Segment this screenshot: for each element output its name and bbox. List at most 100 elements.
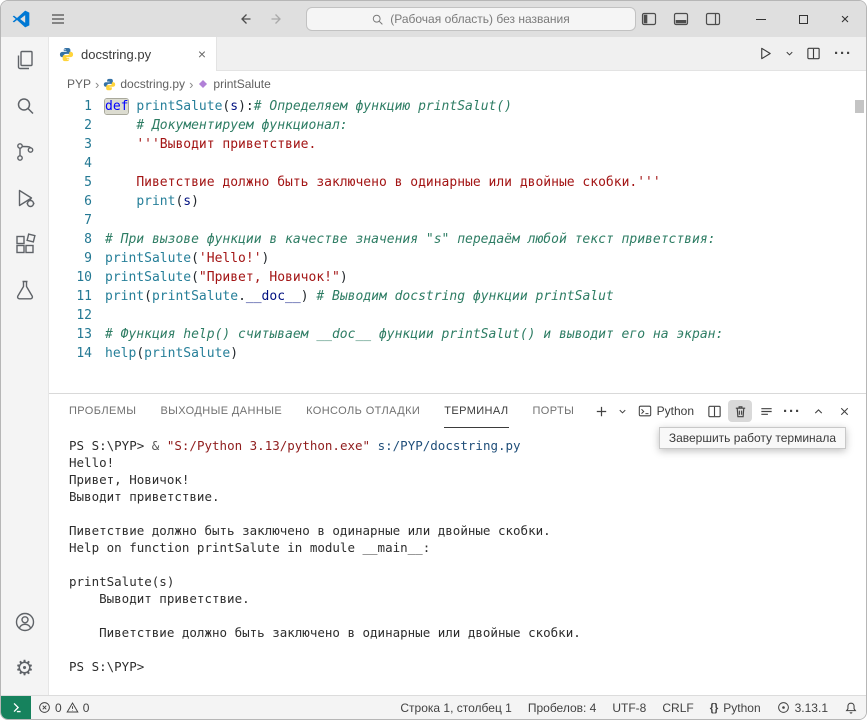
panel-more-actions-icon[interactable]: ···: [780, 400, 804, 422]
minimize-button[interactable]: [740, 1, 782, 37]
terminal-profile-chevron-icon[interactable]: [616, 400, 630, 422]
toggle-sidebar-icon[interactable]: [636, 6, 662, 32]
remote-indicator[interactable]: [1, 696, 31, 719]
panel-tabs: ПРОБЛЕМЫ ВЫХОДНЫЕ ДАННЫЕ КОНСОЛЬ ОТЛАДКИ ТЕ…: [69, 394, 574, 428]
encoding-status[interactable]: UTF-8: [604, 696, 654, 719]
split-terminal-icon[interactable]: [702, 400, 726, 422]
line-number[interactable]: 2: [49, 116, 92, 135]
explorer-icon[interactable]: [2, 37, 48, 83]
testing-icon[interactable]: [2, 267, 48, 313]
line-number[interactable]: 5: [49, 173, 92, 192]
problems-status[interactable]: 0 0: [31, 696, 96, 719]
terminal-tab-python[interactable]: Python: [632, 400, 700, 422]
line-number[interactable]: 4: [49, 154, 92, 173]
scrollbar-thumb[interactable]: [855, 100, 864, 113]
code-line[interactable]: 4: [49, 154, 866, 173]
line-number[interactable]: 13: [49, 325, 92, 344]
code-line[interactable]: 2 # Документируем функционал:: [49, 116, 866, 135]
vscode-window: (Рабочая область) без названия × ⚙ docst…: [0, 0, 867, 720]
run-python-file-icon[interactable]: [752, 41, 778, 67]
code-line[interactable]: 13 # Функция help() считываем __doc__ фун…: [49, 325, 866, 344]
close-button[interactable]: ×: [824, 1, 866, 37]
eol-status[interactable]: CRLF: [654, 696, 701, 719]
back-arrow-icon[interactable]: [232, 6, 258, 32]
editor-tab-bar: docstring.py × ···: [49, 37, 866, 71]
panel-tab-output[interactable]: ВЫХОДНЫЕ ДАННЫЕ: [160, 394, 282, 428]
toggle-panel-icon[interactable]: [668, 6, 694, 32]
line-number[interactable]: 1: [49, 97, 92, 116]
indentation-status[interactable]: Пробелов: 4: [520, 696, 605, 719]
line-number[interactable]: 9: [49, 249, 92, 268]
terminal-views-icon[interactable]: [754, 400, 778, 422]
code-text: Пиветствие должно быть заключено в одина…: [136, 175, 661, 190]
maximize-button[interactable]: [782, 1, 824, 37]
run-dropdown-chevron-icon[interactable]: [782, 41, 796, 67]
line-number[interactable]: 10: [49, 268, 92, 287]
tab-docstring-py[interactable]: docstring.py ×: [49, 37, 217, 71]
account-icon[interactable]: [2, 599, 48, 645]
code-text: printSalute('Hello!'): [105, 251, 270, 266]
line-number[interactable]: 3: [49, 135, 92, 154]
line-number[interactable]: 12: [49, 306, 92, 325]
code-line[interactable]: 1 def printSalute(s):# Определяем функцию…: [49, 97, 866, 116]
line-number[interactable]: 7: [49, 211, 92, 230]
extensions-icon[interactable]: [2, 221, 48, 267]
source-control-icon[interactable]: [2, 129, 48, 175]
warning-count: 0: [82, 700, 90, 715]
code-line[interactable]: 3 '''Выводит приветствие.: [49, 135, 866, 154]
code-line[interactable]: 14 help(printSalute): [49, 344, 866, 363]
code-line[interactable]: 9 printSalute('Hello!'): [49, 249, 866, 268]
panel-tab-problems[interactable]: ПРОБЛЕМЫ: [69, 394, 136, 428]
language-mode-status[interactable]: {} Python: [702, 696, 769, 719]
kill-terminal-trash-icon[interactable]: [728, 400, 752, 422]
command-center[interactable]: (Рабочая область) без названия: [305, 7, 636, 31]
code-line[interactable]: 5 Пиветствие должно быть заключено в оди…: [49, 173, 866, 192]
line-number[interactable]: 14: [49, 344, 92, 363]
panel-tab-ports[interactable]: ПОРТЫ: [533, 394, 575, 428]
settings-gear-icon[interactable]: ⚙: [2, 645, 48, 691]
chevron-right-icon: ›: [189, 76, 194, 92]
toggle-secondary-sidebar-icon[interactable]: [700, 6, 726, 32]
close-panel-icon[interactable]: [832, 400, 856, 422]
tab-close-icon[interactable]: ×: [198, 47, 206, 61]
run-debug-icon[interactable]: [2, 175, 48, 221]
maximize-panel-chevron-icon[interactable]: [806, 400, 830, 422]
search-icon[interactable]: [2, 83, 48, 129]
panel-tab-debug-console[interactable]: КОНСОЛЬ ОТЛАДКИ: [306, 394, 420, 428]
error-icon: [39, 702, 50, 713]
menu-icon[interactable]: [45, 6, 71, 32]
line-number[interactable]: 11: [49, 287, 92, 306]
code-line[interactable]: 11 print(printSalute.__doc__) # Выводим d…: [49, 287, 866, 306]
line-number[interactable]: 8: [49, 230, 92, 249]
code-line[interactable]: 10 printSalute("Привет, Новичок!"): [49, 268, 866, 287]
terminal-output[interactable]: PS S:\PYP> & "S:/Python 3.13/python.exe"…: [49, 428, 866, 695]
new-terminal-icon[interactable]: [590, 400, 614, 422]
code-line[interactable]: 7: [49, 211, 866, 230]
breadcrumb-file[interactable]: docstring.py: [103, 77, 185, 91]
line-number[interactable]: 6: [49, 192, 92, 211]
notifications-bell-icon[interactable]: [836, 696, 866, 719]
breadcrumb: PYP › docstring.py › printSalute: [49, 71, 866, 97]
code-line[interactable]: 6 print(s): [49, 192, 866, 211]
panel-tab-terminal[interactable]: ТЕРМИНАЛ: [444, 394, 509, 428]
breadcrumb-symbol[interactable]: printSalute: [197, 77, 271, 91]
breadcrumb-folder[interactable]: PYP: [67, 77, 91, 91]
terminal-line: Hello!: [69, 455, 115, 470]
split-editor-icon[interactable]: [800, 41, 826, 67]
code-line[interactable]: 8 # При вызове функции в качестве значени…: [49, 230, 866, 249]
code-text: # Функция help() считываем __doc__ функц…: [105, 327, 724, 342]
forward-arrow-icon[interactable]: [264, 6, 290, 32]
cursor-position-status[interactable]: Строка 1, столбец 1: [392, 696, 519, 719]
warning-icon: [66, 702, 79, 713]
code-text: help(printSalute): [105, 346, 239, 361]
code-line[interactable]: 12: [49, 306, 866, 325]
terminal-line: PS S:\PYP>: [69, 659, 145, 674]
more-actions-icon[interactable]: ···: [830, 41, 856, 67]
braces-icon: {}: [709, 701, 719, 714]
code-editor[interactable]: 1 def printSalute(s):# Определяем функцию…: [49, 97, 866, 393]
python-interpreter-status[interactable]: 3.13.1: [769, 696, 836, 719]
search-icon: [373, 14, 383, 25]
